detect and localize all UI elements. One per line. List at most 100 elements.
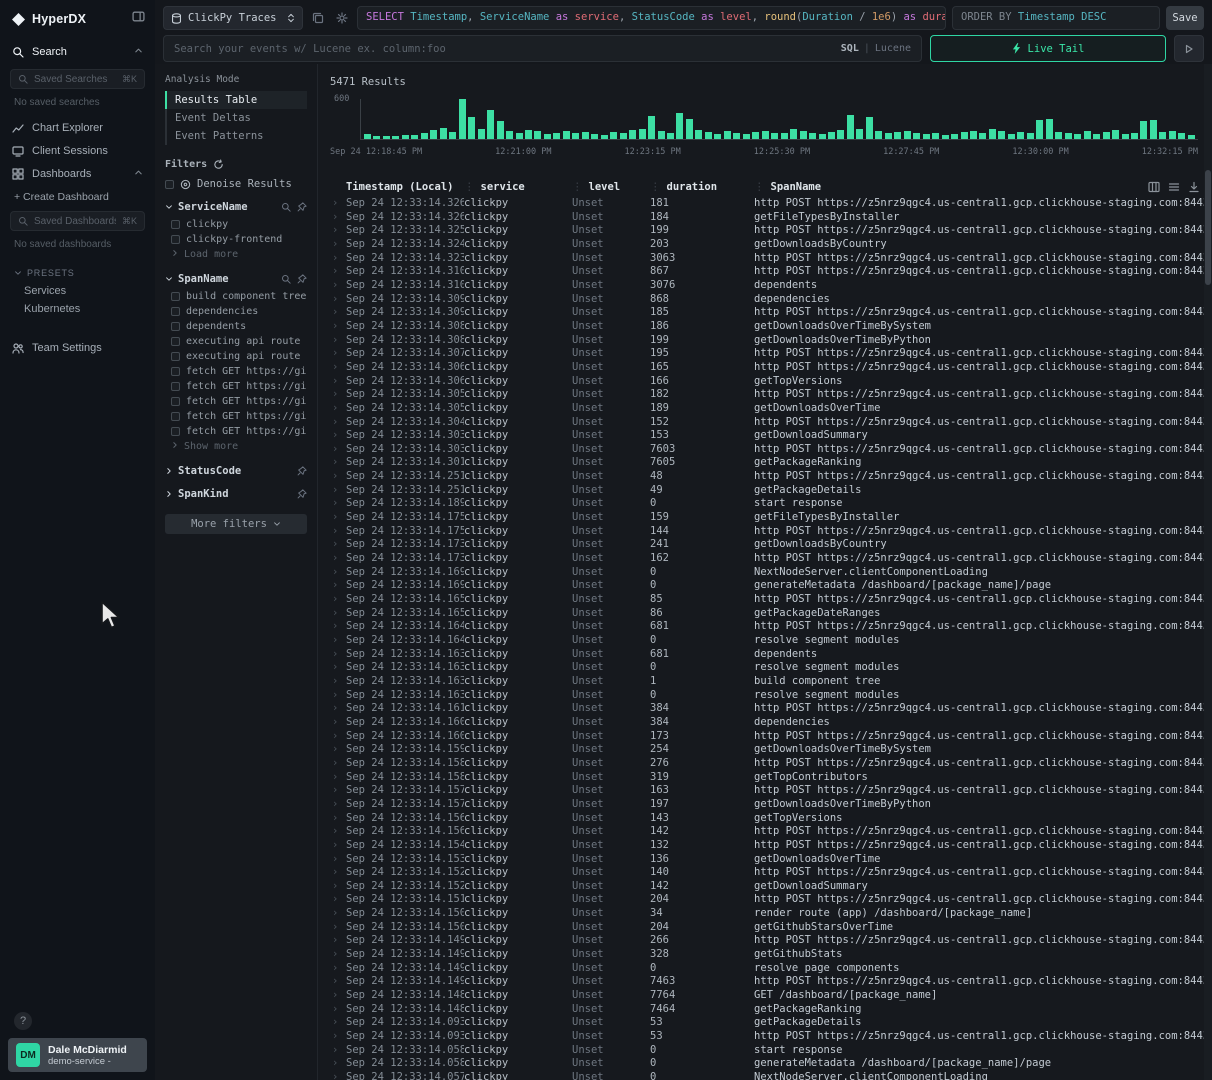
table-row[interactable]: › Sep 24 12:33:14.309 PM clickpy Unset 1… (330, 306, 1204, 320)
sidebar-item-team-settings[interactable]: Team Settings (0, 336, 155, 359)
filter-checkbox-item[interactable]: executing api route (ap… (165, 334, 307, 349)
table-row[interactable]: › Sep 24 12:33:14.163 PM clickpy Unset 6… (330, 648, 1204, 662)
analysis-mode-option[interactable]: Event Deltas (165, 109, 307, 127)
save-button[interactable]: Save (1166, 6, 1204, 30)
chart-bar[interactable] (553, 133, 560, 139)
chart-bar[interactable] (828, 132, 835, 139)
filter-checkbox-item[interactable]: fetch GET https://githu… (165, 379, 307, 394)
more-filters-button[interactable]: More filters (165, 514, 307, 534)
chart-bar[interactable] (1112, 130, 1119, 139)
row-expand-icon[interactable]: › (330, 484, 346, 498)
filter-group-header[interactable]: SpanKind (165, 488, 307, 500)
table-row[interactable]: › Sep 24 12:33:14.251 PM clickpy Unset 4… (330, 484, 1204, 498)
table-row[interactable]: › Sep 24 12:33:14.153 PM clickpy Unset 1… (330, 853, 1204, 867)
row-expand-icon[interactable]: › (330, 538, 346, 552)
chart-bar[interactable] (1027, 133, 1034, 139)
chart-bar[interactable] (847, 115, 854, 139)
analysis-mode-option[interactable]: Event Patterns (165, 127, 307, 145)
column-header-duration[interactable]: duration (650, 181, 754, 193)
chart-bar[interactable] (601, 135, 608, 139)
chart-bar[interactable] (1140, 121, 1147, 139)
chart-bar[interactable] (639, 129, 646, 139)
row-expand-icon[interactable]: › (330, 566, 346, 580)
chart-bar[interactable] (591, 134, 598, 139)
row-expand-icon[interactable]: › (330, 757, 346, 771)
chart-bar[interactable] (459, 99, 466, 139)
chart-bar[interactable] (1055, 132, 1062, 139)
vertical-scrollbar[interactable] (1204, 64, 1212, 1080)
table-row[interactable]: › Sep 24 12:33:14.148 PM clickpy Unset 7… (330, 1003, 1204, 1017)
row-expand-icon[interactable]: › (330, 456, 346, 470)
checkbox[interactable] (171, 352, 180, 361)
row-expand-icon[interactable]: › (330, 975, 346, 989)
table-row[interactable]: › Sep 24 12:33:14.303 PM clickpy Unset 1… (330, 429, 1204, 443)
checkbox[interactable] (165, 180, 174, 189)
row-expand-icon[interactable]: › (330, 238, 346, 252)
row-expand-icon[interactable]: › (330, 839, 346, 853)
chart-bar[interactable] (913, 133, 920, 139)
row-expand-icon[interactable]: › (330, 416, 346, 430)
table-row[interactable]: › Sep 24 12:33:14.173 PM clickpy Unset 1… (330, 552, 1204, 566)
row-expand-icon[interactable]: › (330, 634, 346, 648)
chart-bar[interactable] (733, 133, 740, 139)
table-row[interactable]: › Sep 24 12:33:14.149 PM clickpy Unset 0… (330, 962, 1204, 976)
chart-bar[interactable] (667, 133, 674, 139)
row-expand-icon[interactable]: › (330, 579, 346, 593)
chart-bar[interactable] (885, 133, 892, 139)
chart-bar[interactable] (487, 110, 494, 139)
filter-checkbox-item[interactable]: fetch GET https://githu… (165, 364, 307, 379)
table-row[interactable]: › Sep 24 12:33:14.303 PM clickpy Unset 7… (330, 443, 1204, 457)
analysis-mode-option[interactable]: Results Table (165, 91, 307, 109)
columns-icon[interactable] (1148, 181, 1160, 193)
row-expand-icon[interactable]: › (330, 402, 346, 416)
source-select[interactable]: ClickPy Traces (163, 6, 303, 30)
chart-bar[interactable] (430, 130, 437, 139)
table-row[interactable]: › Sep 24 12:33:14.149 PM clickpy Unset 2… (330, 934, 1204, 948)
chart-bar[interactable] (724, 131, 731, 139)
chart-bar[interactable] (970, 131, 977, 139)
filter-group-header[interactable]: ServiceName (165, 201, 307, 213)
table-row[interactable]: › Sep 24 12:33:14.306 PM clickpy Unset 1… (330, 375, 1204, 389)
table-row[interactable]: › Sep 24 12:33:14.305 PM clickpy Unset 1… (330, 402, 1204, 416)
table-row[interactable]: › Sep 24 12:33:14.163 PM clickpy Unset 1… (330, 675, 1204, 689)
chart-bar[interactable] (563, 131, 570, 139)
chart-bar[interactable] (516, 133, 523, 139)
row-expand-icon[interactable]: › (330, 675, 346, 689)
filter-group-header[interactable]: SpanName (165, 273, 307, 285)
chart-bar[interactable] (1103, 132, 1110, 139)
table-row[interactable]: › Sep 24 12:33:14.309 PM clickpy Unset 8… (330, 293, 1204, 307)
checkbox[interactable] (171, 292, 180, 301)
live-tail-button[interactable]: Live Tail (930, 35, 1166, 62)
filter-checkbox-item[interactable]: fetch GET https://githu… (165, 409, 307, 424)
row-expand-icon[interactable]: › (330, 1030, 346, 1044)
table-row[interactable]: › Sep 24 12:33:14.160 PM clickpy Unset 1… (330, 730, 1204, 744)
row-expand-icon[interactable]: › (330, 866, 346, 880)
table-row[interactable]: › Sep 24 12:33:14.326 PM clickpy Unset 1… (330, 197, 1204, 211)
scrollbar-thumb[interactable] (1205, 170, 1211, 285)
filter-checkbox-item[interactable]: clickpy-frontend (165, 232, 307, 247)
row-expand-icon[interactable]: › (330, 388, 346, 402)
row-expand-icon[interactable]: › (330, 661, 346, 675)
chart-bar[interactable] (468, 117, 475, 139)
chart-bar[interactable] (364, 134, 371, 139)
table-row[interactable]: › Sep 24 12:33:14.305 PM clickpy Unset 1… (330, 388, 1204, 402)
chart-bar[interactable] (1150, 120, 1157, 139)
table-row[interactable]: › Sep 24 12:33:14.058 PM clickpy Unset 0… (330, 1057, 1204, 1071)
search-icon[interactable] (281, 274, 291, 284)
user-menu[interactable]: DM Dale McDiarmid demo-service - (8, 1038, 147, 1072)
row-expand-icon[interactable]: › (330, 511, 346, 525)
chart-bar[interactable] (534, 131, 541, 139)
chart-bar[interactable] (819, 134, 826, 139)
row-expand-icon[interactable]: › (330, 784, 346, 798)
sidebar-item-kubernetes[interactable]: Kubernetes (0, 300, 155, 318)
checkbox[interactable] (171, 367, 180, 376)
create-dashboard-button[interactable]: + Create Dashboard (0, 185, 155, 205)
chart-bar[interactable] (1178, 133, 1185, 139)
column-header-service[interactable]: service (464, 181, 572, 193)
denoise-results-toggle[interactable]: Denoise Results (165, 178, 307, 190)
help-button[interactable]: ? (14, 1012, 32, 1030)
chart-bar[interactable] (1017, 132, 1024, 139)
row-expand-icon[interactable]: › (330, 497, 346, 511)
saved-searches-input[interactable]: Saved Searches ⌘K (10, 69, 145, 89)
order-by-editor[interactable]: ORDER BY Timestamp DESC (952, 6, 1160, 30)
